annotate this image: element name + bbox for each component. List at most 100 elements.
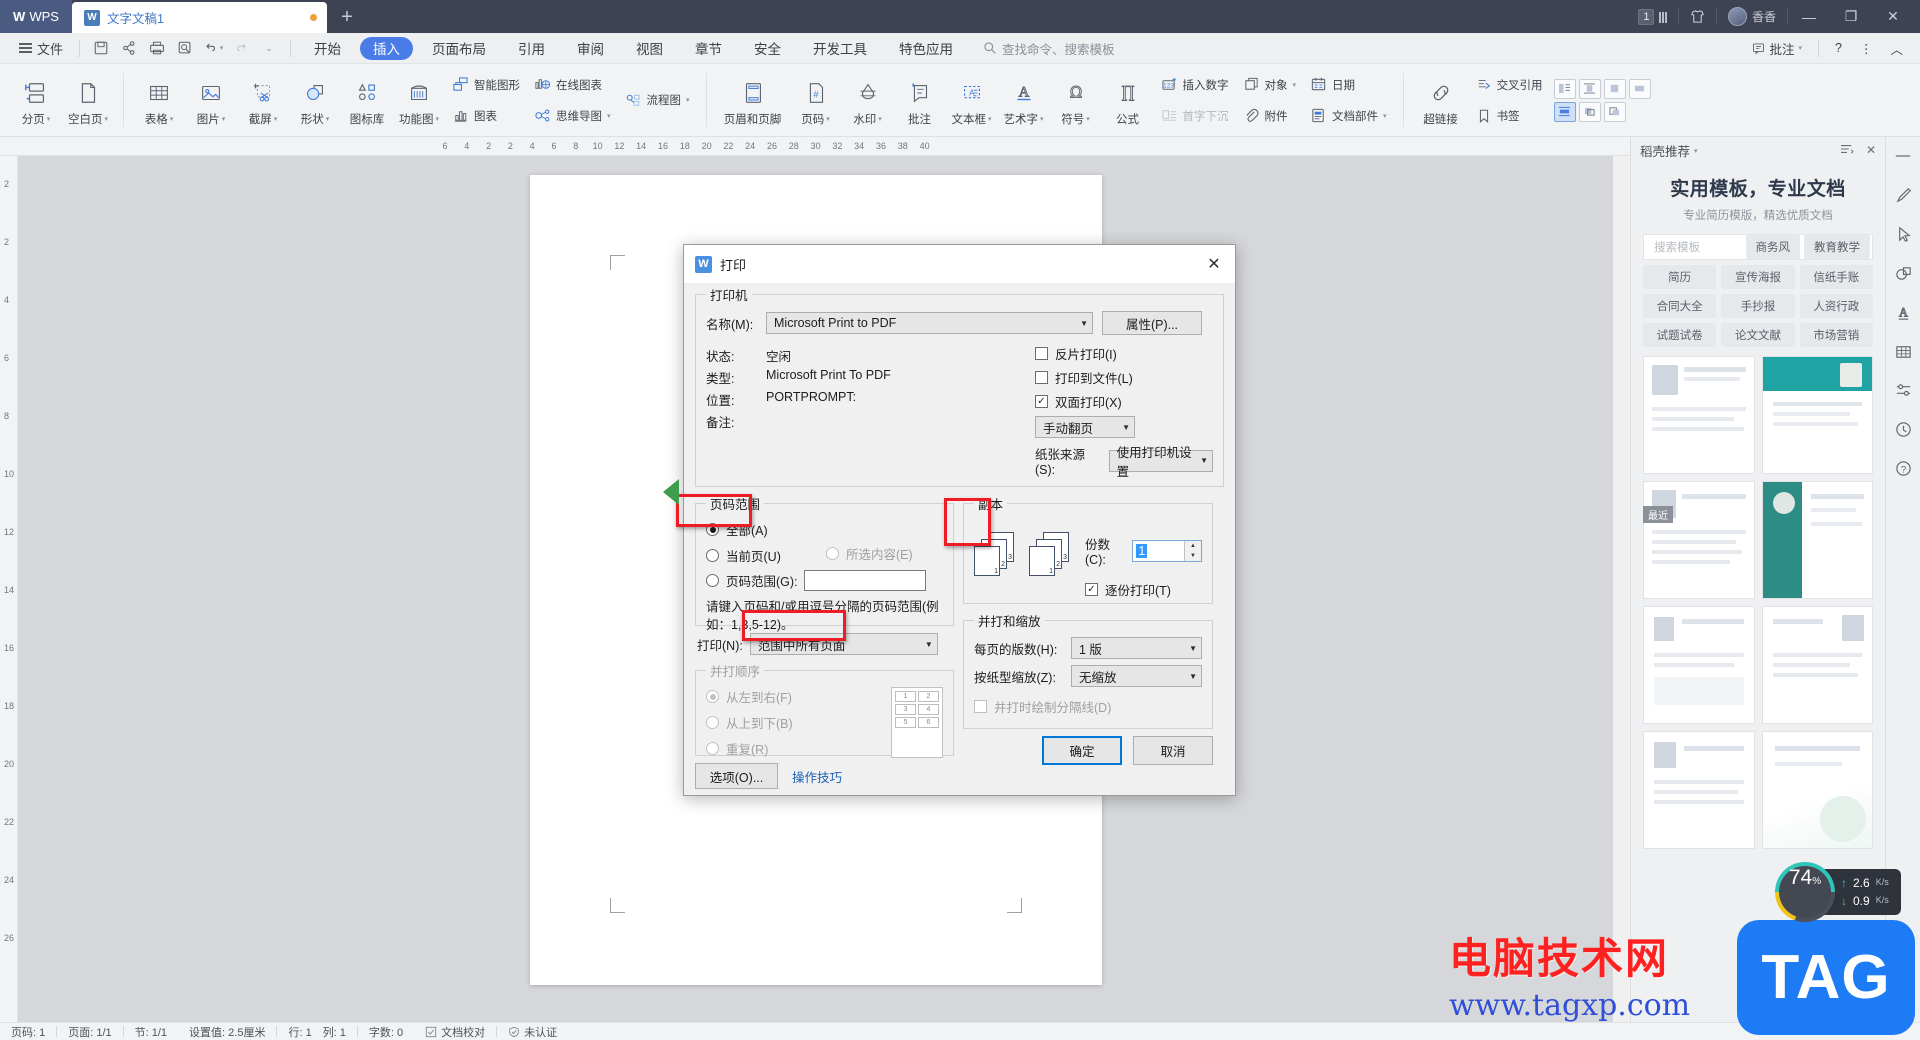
chip-papers[interactable]: 论文文献	[1721, 323, 1795, 347]
layout-topbottom-button[interactable]	[1553, 101, 1576, 122]
ribbon-button-screenshot[interactable]: 截屏 ▾	[237, 64, 289, 136]
command-search[interactable]: 查找命令、搜索模板	[983, 39, 1115, 58]
skin-button[interactable]	[1679, 0, 1716, 33]
restore-button[interactable]: ❐	[1830, 0, 1872, 33]
ribbon-tab-9[interactable]: 特色应用	[886, 37, 966, 60]
document-tab[interactable]: W 文字文稿1	[72, 2, 327, 33]
ribbon-tab-6[interactable]: 章节	[682, 37, 735, 60]
ribbon-button-date[interactable]: 日期	[1306, 72, 1391, 98]
template-thumb[interactable]	[1643, 356, 1755, 474]
checkbox-duplex[interactable]: ✓ 双面打印(X)	[1035, 392, 1213, 411]
radio-page-range[interactable]: 页码范围(G):	[706, 571, 798, 590]
ribbon-tab-2[interactable]: 页面布局	[419, 37, 499, 60]
ribbon-button-chart[interactable]: 图表	[448, 103, 524, 129]
close-window-button[interactable]: ✕	[1872, 0, 1914, 33]
table-icon[interactable]	[1891, 339, 1915, 363]
user-account-button[interactable]: 香香	[1717, 0, 1787, 33]
save-icon[interactable]	[87, 33, 115, 64]
ribbon-button-online-chart[interactable]: 在线图表	[530, 72, 615, 98]
template-thumb[interactable]	[1643, 731, 1755, 849]
chip-poster[interactable]: 宣传海报	[1721, 265, 1795, 289]
page-count-control[interactable]: 1	[1627, 0, 1678, 33]
ribbon-button-shapes[interactable]: 形状 ▾	[289, 64, 341, 136]
ribbon-button-object[interactable]: 对象 ▾	[1239, 72, 1301, 98]
ribbon-button-watermark[interactable]: 水印 ▾	[842, 64, 894, 136]
ribbon-button-page-break[interactable]: 分页 ▾	[10, 64, 62, 136]
ribbon-button-bookmark[interactable]: 书签	[1472, 103, 1547, 129]
minimize-button[interactable]: —	[1788, 0, 1830, 33]
panel-menu-icon[interactable]	[1840, 143, 1854, 158]
chip-contracts[interactable]: 合同大全	[1643, 294, 1717, 318]
template-thumb[interactable]	[1761, 731, 1873, 849]
printer-properties-button[interactable]: 属性(P)...	[1102, 311, 1202, 335]
ribbon-button-page-number[interactable]: # 页码 ▾	[790, 64, 842, 136]
ribbon-button-wordart[interactable]: A 艺术字 ▾	[998, 64, 1050, 136]
new-tab-button[interactable]: +	[327, 2, 367, 33]
chevron-down-icon[interactable]: ▾	[1694, 147, 1698, 155]
ribbon-button-comment[interactable]: 批注	[894, 64, 946, 136]
print-what-combo[interactable]: 范围中所有页面 ▼	[749, 633, 938, 655]
chip-hr[interactable]: 人资行政	[1799, 294, 1873, 318]
text-style-icon[interactable]: A	[1891, 300, 1915, 324]
layout-front-button[interactable]	[1603, 101, 1626, 122]
layout-inline-button[interactable]	[1553, 78, 1576, 99]
ribbon-button-header-footer[interactable]: 页眉和页脚	[716, 64, 790, 136]
chip-business[interactable]: 商务风	[1745, 235, 1800, 259]
undo-icon[interactable]: ▾	[199, 33, 227, 64]
layout-tight-button[interactable]	[1603, 78, 1626, 99]
settings-icon[interactable]	[1891, 378, 1915, 402]
share-icon[interactable]	[115, 33, 143, 64]
ribbon-button-symbol[interactable]: Ω 符号 ▾	[1050, 64, 1102, 136]
template-thumb[interactable]	[1761, 606, 1873, 724]
ribbon-tab-0[interactable]: 开始	[301, 37, 354, 60]
page-range-input[interactable]	[803, 570, 926, 591]
checkbox-collate[interactable]: ✓ 逐份打印(T)	[1085, 580, 1202, 599]
checkbox-invert-print[interactable]: 反片打印(I)	[1035, 344, 1213, 363]
pen-icon[interactable]	[1891, 183, 1915, 207]
pages-per-sheet-combo[interactable]: 1 版 ▼	[1071, 637, 1202, 659]
ribbon-button-smart-art[interactable]: 智能图形	[448, 72, 524, 98]
ribbon-tab-3[interactable]: 引用	[505, 37, 558, 60]
template-search-box[interactable]: 搜索模板 商务风 教育教学	[1643, 234, 1873, 260]
status-proofread[interactable]: 文档校对	[414, 1023, 496, 1040]
customize-toolbar-icon[interactable]: ⌄	[255, 33, 283, 64]
spinner-up-icon[interactable]: ▲	[1185, 541, 1201, 551]
chip-resume[interactable]: 简历	[1643, 265, 1717, 289]
chip-marketing[interactable]: 市场营销	[1799, 323, 1873, 347]
options-button[interactable]: 选项(O)...	[695, 763, 778, 789]
ribbon-button-mind-map[interactable]: 思维导图 ▾	[530, 103, 615, 129]
spinner-down-icon[interactable]: ▼	[1185, 551, 1201, 561]
chip-handcopy[interactable]: 手抄报	[1721, 294, 1795, 318]
ribbon-button-icon-library[interactable]: 图标库	[341, 64, 393, 136]
template-thumb[interactable]	[1643, 481, 1755, 599]
more-options-button[interactable]: ⋮	[1851, 33, 1882, 64]
template-thumb[interactable]	[1643, 606, 1755, 724]
copies-spinner[interactable]: 1 ▲ ▼	[1132, 539, 1202, 562]
cursor-icon[interactable]	[1891, 222, 1915, 246]
status-word-count[interactable]: 字数: 0	[358, 1023, 414, 1040]
paper-source-combo[interactable]: 使用打印机设置 ▼	[1108, 446, 1213, 479]
ribbon-tab-5[interactable]: 视图	[623, 37, 676, 60]
print-preview-icon[interactable]	[171, 33, 199, 64]
print-icon[interactable]	[143, 33, 171, 64]
collapse-ribbon-button[interactable]: ︿	[1881, 33, 1912, 64]
ribbon-button-blank-page[interactable]: 空白页 ▾	[62, 64, 114, 136]
radio-current-page[interactable]: 当前页(U)	[706, 546, 826, 565]
layout-square-button[interactable]	[1578, 78, 1601, 99]
status-unverified[interactable]: 未认证	[497, 1023, 568, 1040]
ribbon-tab-4[interactable]: 审阅	[564, 37, 617, 60]
vertical-ruler[interactable]: 2 2 4 6 8 10 12 14 16 18 20 22 24 26	[0, 156, 18, 1022]
ribbon-button-hyperlink[interactable]: 超链接	[1413, 64, 1469, 136]
printer-name-combo[interactable]: Microsoft Print to PDF ▼	[766, 312, 1093, 334]
ribbon-tab-7[interactable]: 安全	[741, 37, 794, 60]
radio-all-pages[interactable]: 全部(A)	[706, 520, 826, 539]
tips-link[interactable]: 操作技巧	[792, 767, 842, 786]
template-thumb[interactable]	[1761, 356, 1873, 474]
duplex-mode-combo[interactable]: 手动翻页 ▼	[1035, 416, 1135, 438]
help-button[interactable]: ?	[1826, 33, 1851, 64]
template-thumb[interactable]	[1761, 481, 1873, 599]
layout-behind-button[interactable]	[1578, 101, 1601, 122]
panel-close-icon[interactable]: ✕	[1866, 143, 1876, 158]
ribbon-button-textbox[interactable]: A 文本框 ▾	[946, 64, 998, 136]
collapse-rail-icon[interactable]	[1891, 144, 1915, 168]
